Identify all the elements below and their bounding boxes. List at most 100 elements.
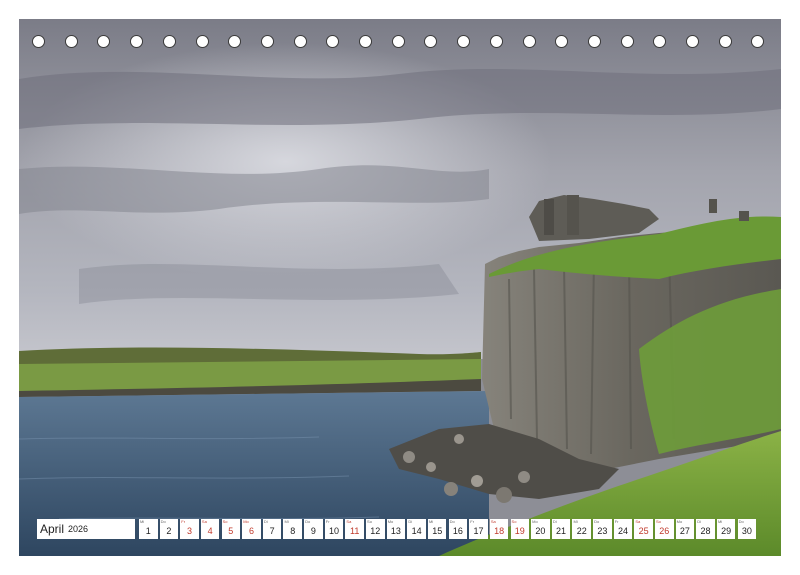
day-cell: Do 9 xyxy=(304,519,323,539)
weekday-label: Sa xyxy=(635,519,641,524)
day-number: 8 xyxy=(290,526,296,536)
day-cell: Mo 20 xyxy=(531,519,550,539)
binding-holes xyxy=(19,35,781,51)
day-cell: Mi 22 xyxy=(572,519,591,539)
binding-hole xyxy=(162,35,176,48)
day-cell: Mi 8 xyxy=(283,519,302,539)
binding-hole xyxy=(587,35,601,48)
day-cell: Fr 17 xyxy=(469,519,488,539)
weekday-label: Fr xyxy=(181,519,186,524)
weekday-label: So xyxy=(367,519,372,524)
day-cell: So 12 xyxy=(366,519,385,539)
binding-hole xyxy=(620,35,634,48)
day-number: 6 xyxy=(248,526,254,536)
day-number: 2 xyxy=(166,526,172,536)
weekday-label: Fr xyxy=(614,519,619,524)
day-cell: Mo 27 xyxy=(675,519,695,539)
weekday-label: Fr xyxy=(470,519,475,524)
day-number: 19 xyxy=(514,526,525,536)
binding-hole xyxy=(424,35,438,48)
binding-hole xyxy=(130,35,144,48)
day-cell: Do 30 xyxy=(737,519,757,539)
day-cell: Fr 10 xyxy=(324,519,344,539)
day-number: 28 xyxy=(700,526,711,536)
weekday-label: Di xyxy=(552,519,557,524)
weekday-label: Di xyxy=(408,519,413,524)
weekday-label: Sa xyxy=(201,519,207,524)
day-number: 20 xyxy=(535,526,546,536)
binding-hole xyxy=(457,35,471,48)
day-cell: Fr 3 xyxy=(180,519,199,539)
binding-hole xyxy=(326,35,340,48)
day-number: 3 xyxy=(187,526,193,536)
weekday-label: Do xyxy=(305,519,311,524)
binding-hole xyxy=(228,35,242,48)
day-number: 16 xyxy=(452,526,463,536)
day-cell: Do 16 xyxy=(448,519,468,539)
day-cell: Mi 29 xyxy=(716,519,736,539)
weekday-label: Do xyxy=(160,519,166,524)
day-number: 25 xyxy=(638,526,649,536)
binding-hole xyxy=(359,35,372,48)
month-label: April 2026 xyxy=(37,519,135,539)
month-name: April xyxy=(40,522,65,536)
day-cell: Di 7 xyxy=(262,519,282,539)
day-cell: Di 28 xyxy=(696,519,715,539)
day-number: 15 xyxy=(432,526,443,536)
binding-hole xyxy=(391,35,405,48)
weekday-label: Sa xyxy=(346,519,352,524)
day-number: 9 xyxy=(310,526,316,536)
binding-hole xyxy=(555,35,569,48)
weekday-label: Mi xyxy=(717,519,723,524)
day-cell: So 19 xyxy=(510,519,530,539)
weekday-label: Mi xyxy=(140,519,145,524)
day-number: 23 xyxy=(597,526,608,536)
day-number: 22 xyxy=(576,526,587,536)
binding-hole xyxy=(64,35,78,48)
weekday-label: Mo xyxy=(243,519,249,524)
day-number: 29 xyxy=(721,526,732,536)
day-cell: Di 14 xyxy=(407,519,426,539)
day-number: 24 xyxy=(617,526,628,536)
day-cell: Fr 24 xyxy=(613,519,633,539)
weekday-label: Fr xyxy=(325,519,330,524)
day-cell: Di 21 xyxy=(551,519,571,539)
binding-hole xyxy=(522,35,536,48)
weekday-label: Do xyxy=(594,519,600,524)
weekday-label: Di xyxy=(263,519,268,524)
binding-hole xyxy=(489,35,503,48)
day-number: 1 xyxy=(145,526,151,536)
weekday-label: So xyxy=(656,519,661,524)
binding-hole xyxy=(653,35,667,48)
binding-hole xyxy=(686,35,699,48)
day-cell: Do 2 xyxy=(159,519,179,539)
day-cell: Sa 11 xyxy=(345,519,364,539)
day-cell: Sa 4 xyxy=(200,519,220,539)
binding-hole xyxy=(293,35,307,48)
weekday-label: Sa xyxy=(490,519,496,524)
day-cell: So 26 xyxy=(655,519,674,539)
day-cell: Sa 18 xyxy=(489,519,509,539)
calendar-page: April 2026 Mi 1 Do 2 Fr 3 Sa 4 So 5 Mo 6 Di 7 Mi 8 Do 9 Fr… xyxy=(19,19,781,556)
day-number: 10 xyxy=(329,526,340,536)
day-number: 5 xyxy=(228,526,234,536)
weekday-label: Mo xyxy=(676,519,683,524)
weekday-label: Mo xyxy=(387,519,394,524)
calendar-bar: April 2026 Mi 1 Do 2 Fr 3 Sa 4 So 5 Mo 6 Di 7 Mi 8 Do 9 Fr… xyxy=(37,519,757,539)
weekday-label: Mi xyxy=(284,519,289,524)
day-cell: Sa 25 xyxy=(634,519,653,539)
binding-hole xyxy=(260,35,274,48)
weekday-label: Mi xyxy=(428,519,434,524)
month-year: 2026 xyxy=(68,524,89,534)
day-number: 7 xyxy=(269,526,275,536)
day-number: 14 xyxy=(411,526,422,536)
binding-hole xyxy=(32,35,45,48)
day-cell: So 5 xyxy=(221,519,241,539)
weekday-label: Mo xyxy=(532,519,538,524)
weekday-label: Do xyxy=(738,519,744,524)
weekday-label: Do xyxy=(449,519,455,524)
binding-hole xyxy=(751,35,765,48)
weekday-label: So xyxy=(511,519,517,524)
day-cell: Mi 1 xyxy=(139,519,158,539)
day-cell: Mo 6 xyxy=(242,519,261,539)
